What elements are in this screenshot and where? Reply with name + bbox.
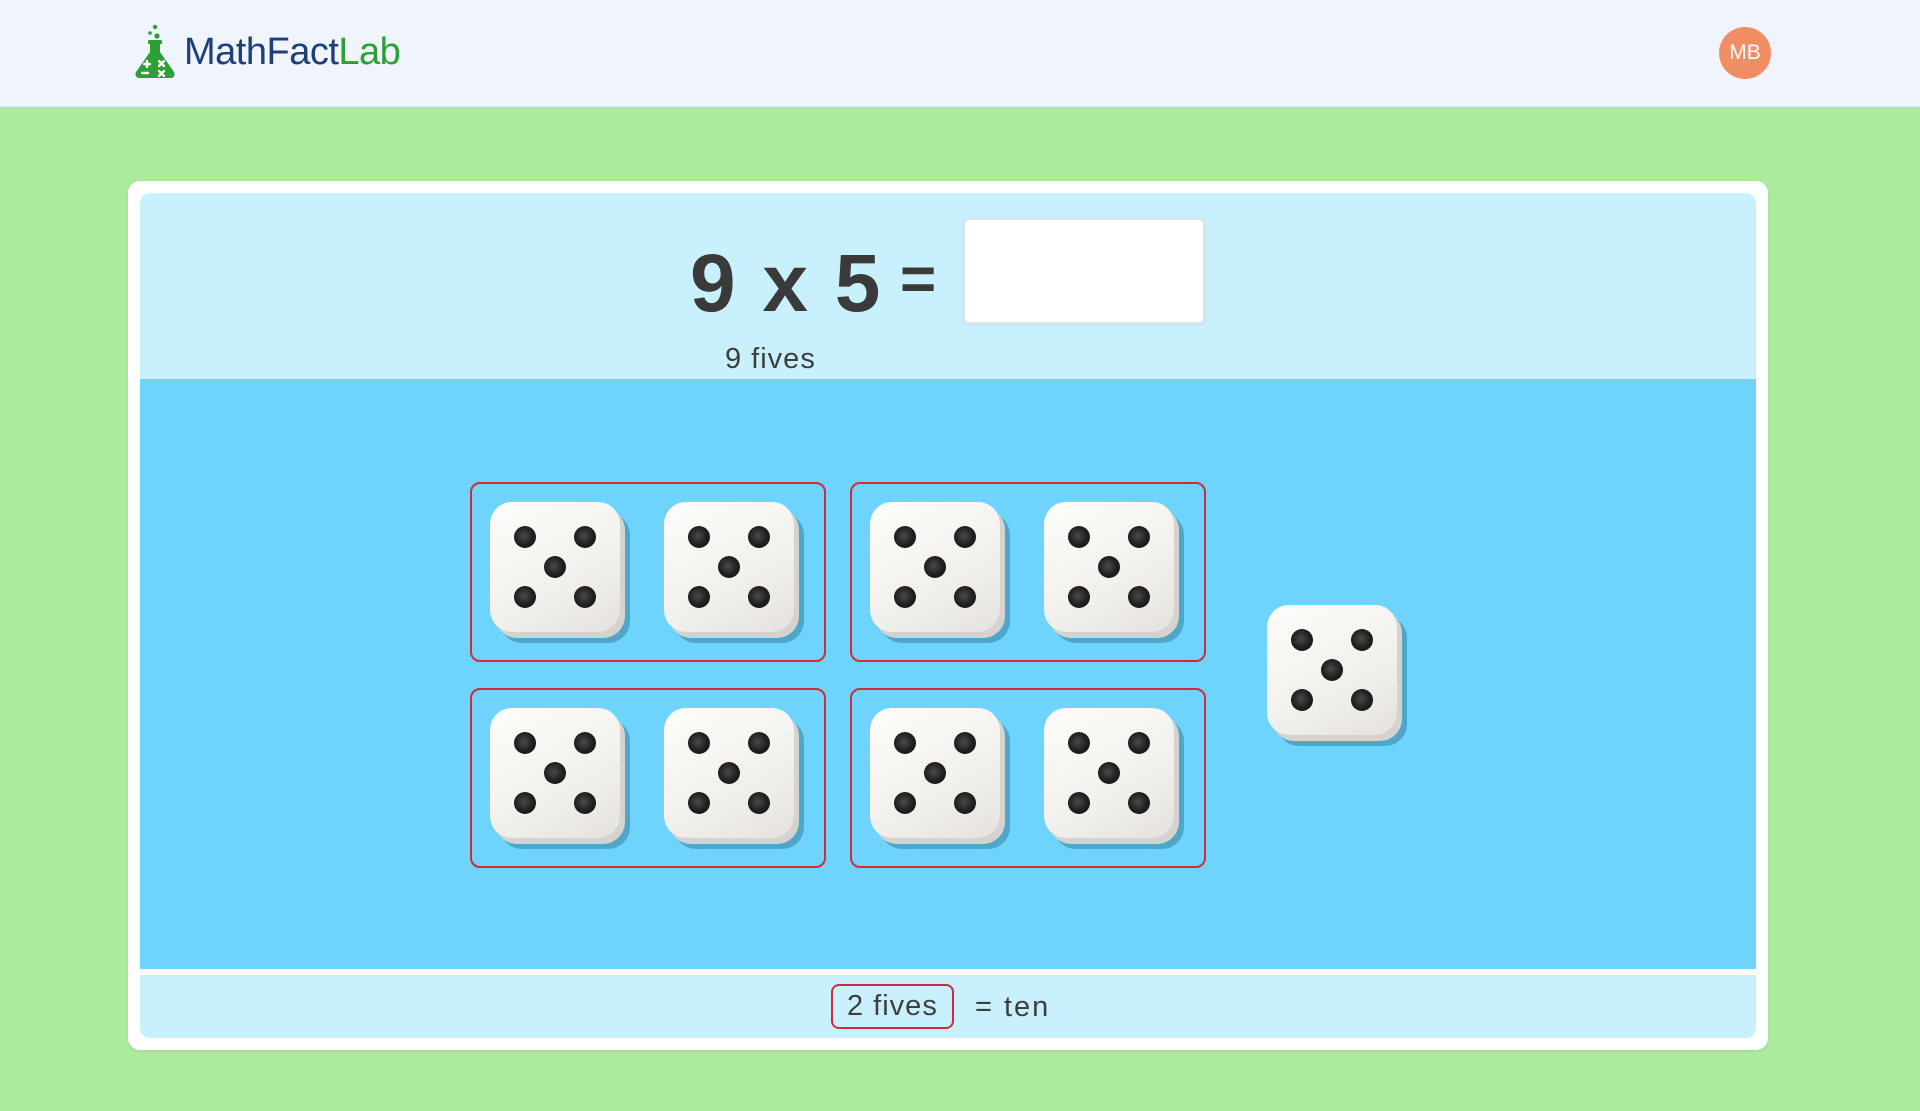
die-pip <box>544 762 566 784</box>
die-pip <box>894 732 916 754</box>
user-avatar[interactable]: MB <box>1719 27 1771 79</box>
die-pip <box>574 732 596 754</box>
die-pip <box>1321 659 1343 681</box>
die-pip <box>748 792 770 814</box>
die-five <box>1267 605 1397 735</box>
die-pip <box>924 556 946 578</box>
fact-group-label: 2 fives <box>831 984 954 1029</box>
die-pip <box>1128 526 1150 548</box>
die-pip <box>954 792 976 814</box>
die-pip <box>1291 629 1313 651</box>
die-pip <box>574 792 596 814</box>
die-pip <box>688 792 710 814</box>
dice-array-panel <box>140 379 1756 969</box>
answer-input[interactable] <box>963 218 1205 324</box>
die-five <box>1044 502 1174 632</box>
flask-icon <box>135 24 175 78</box>
fact-panel: 2 fives = ten <box>140 975 1756 1038</box>
die-pip <box>688 586 710 608</box>
die-pip <box>1098 762 1120 784</box>
die-pip <box>924 762 946 784</box>
die-pip <box>574 586 596 608</box>
die-pip <box>514 526 536 548</box>
die-pip <box>1291 689 1313 711</box>
die-five <box>870 708 1000 838</box>
die-pip <box>748 526 770 548</box>
die-five <box>664 708 794 838</box>
die-five <box>664 502 794 632</box>
die-pip <box>894 792 916 814</box>
die-pip <box>1068 732 1090 754</box>
die-pip <box>514 792 536 814</box>
die-pip <box>1351 689 1373 711</box>
die-pip <box>954 526 976 548</box>
die-pip <box>514 586 536 608</box>
die-pip <box>1068 792 1090 814</box>
die-pip <box>718 556 740 578</box>
die-pip <box>688 732 710 754</box>
logo-text: MathFactLab <box>184 31 401 73</box>
practice-card: 9 x 5 = 9 fives 2 fives = ten <box>128 181 1768 1050</box>
die-pip <box>1128 586 1150 608</box>
die-pip <box>718 762 740 784</box>
die-pip <box>544 556 566 578</box>
equals-sign: = <box>900 245 937 314</box>
die-five <box>870 502 1000 632</box>
die-five <box>490 708 620 838</box>
die-pip <box>1098 556 1120 578</box>
die-pip <box>574 526 596 548</box>
die-pip <box>954 732 976 754</box>
die-pip <box>954 586 976 608</box>
die-pip <box>1351 629 1373 651</box>
fact-result: = ten <box>975 991 1051 1023</box>
die-pip <box>748 586 770 608</box>
die-pip <box>514 732 536 754</box>
die-pip <box>1068 586 1090 608</box>
die-five <box>1044 708 1174 838</box>
top-header: MathFactLab MB <box>0 0 1920 107</box>
die-pip <box>1128 792 1150 814</box>
die-pip <box>894 586 916 608</box>
equation-caption: 9 fives <box>725 343 816 375</box>
die-pip <box>1068 526 1090 548</box>
equation-text: 9 x 5 <box>690 238 883 329</box>
die-pip <box>894 526 916 548</box>
die-pip <box>1128 732 1150 754</box>
die-pip <box>748 732 770 754</box>
app-logo[interactable]: MathFactLab <box>132 24 401 80</box>
logo-text-part2: Lab <box>338 31 401 73</box>
die-pip <box>688 526 710 548</box>
logo-text-part1: MathFact <box>184 31 339 73</box>
die-five <box>490 502 620 632</box>
